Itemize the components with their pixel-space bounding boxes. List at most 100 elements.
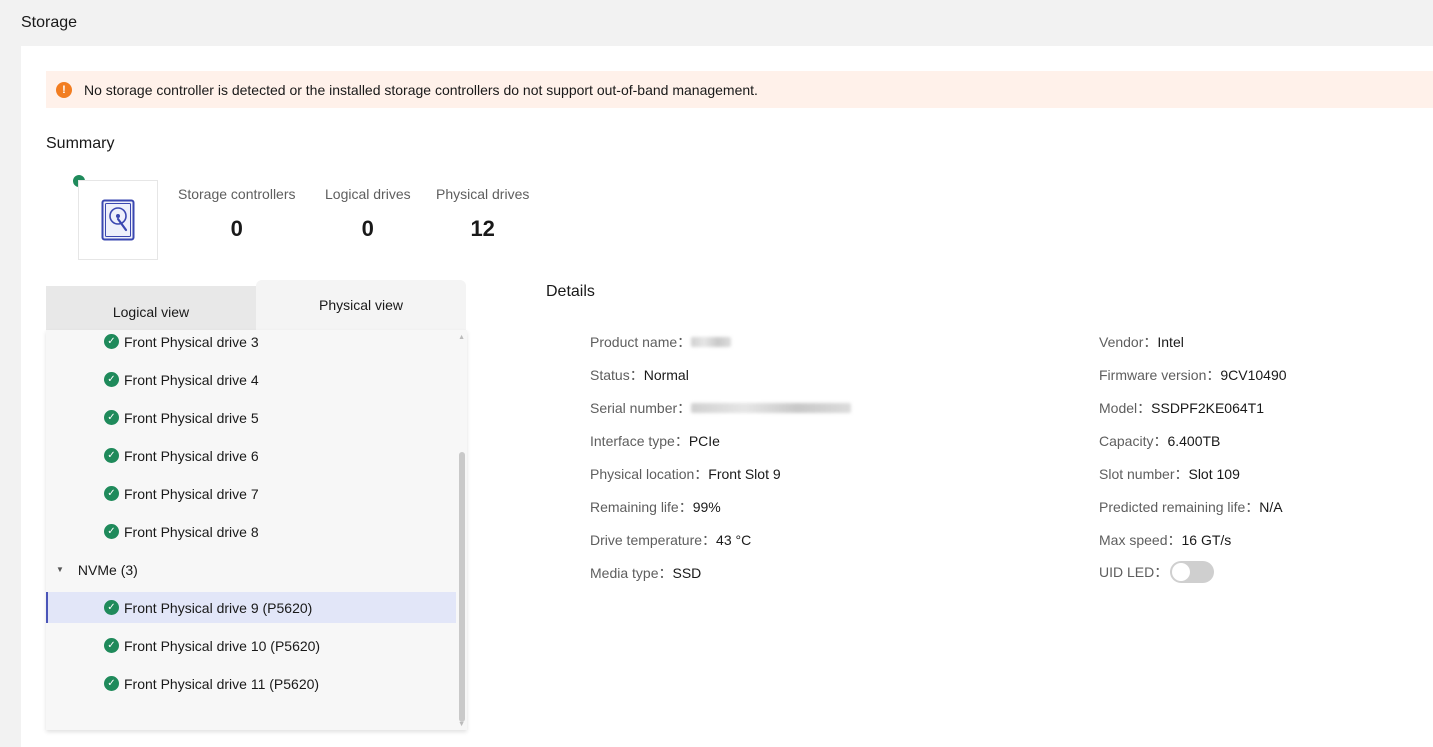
check-circle-icon: ✓ (104, 410, 119, 425)
stat-value: 12 (470, 216, 495, 241)
detail-drive-temperature: Drive temperature： 43 °C (590, 530, 751, 550)
tree-group-label: NVMe (3) (77, 561, 138, 578)
details-title: Details (546, 283, 595, 300)
tab-physical-view[interactable]: Physical view (256, 280, 466, 330)
alert-banner: ! No storage controller is detected or t… (46, 71, 1433, 108)
tree-group-nvme[interactable]: ▼ NVMe (3) (46, 554, 456, 585)
detail-value: 16 GT/s (1181, 532, 1232, 548)
detail-label: Vendor： (1099, 334, 1158, 350)
tree-item[interactable]: ✓ Front Physical drive 3 (46, 330, 456, 357)
detail-media-type: Media type： SSD (590, 563, 701, 583)
storage-panel: ! No storage controller is detected or t… (21, 46, 1433, 747)
detail-label: Physical location： (590, 466, 709, 482)
tree-item-label: Front Physical drive 8 (124, 523, 259, 540)
tree-item[interactable]: ✓ Front Physical drive 11 (P5620) (46, 668, 456, 699)
tree-item[interactable]: ✓ Front Physical drive 6 (46, 440, 456, 471)
detail-uid-led: UID LED： (1099, 561, 1215, 583)
tree-scrollbar[interactable] (459, 452, 465, 722)
caret-down-icon: ▼ (56, 565, 64, 574)
detail-value: 9CV10490 (1220, 367, 1287, 383)
tab-logical-view[interactable]: Logical view (46, 286, 256, 330)
detail-value: N/A (1259, 499, 1283, 515)
detail-value: 99% (692, 499, 721, 515)
detail-capacity: Capacity： 6.400TB (1099, 431, 1220, 451)
tree-item[interactable]: ✓ Front Physical drive 5 (46, 402, 456, 433)
stat-value: 0 (230, 216, 243, 241)
check-circle-icon: ✓ (104, 372, 119, 387)
detail-product-name: Product name： (590, 332, 732, 352)
tree-item[interactable]: ✓ Front Physical drive 7 (46, 478, 456, 509)
tree-item-label: Front Physical drive 11 (P5620) (124, 675, 320, 692)
stat-physical-drives: Physical drives 12 (436, 186, 529, 242)
detail-value: SSDPF2KE064T1 (1151, 400, 1264, 416)
detail-model: Model： SSDPF2KE064T1 (1099, 398, 1264, 418)
detail-label: Predicted remaining life： (1099, 499, 1260, 515)
toggle-knob (1172, 563, 1191, 581)
detail-label: Capacity： (1099, 433, 1168, 449)
detail-label: Status： (590, 367, 644, 383)
uid-led-toggle[interactable] (1170, 561, 1215, 583)
alert-text: No storage controller is detected or the… (84, 81, 758, 98)
detail-interface-type: Interface type： PCIe (590, 431, 720, 451)
summary-title: Summary (46, 135, 115, 152)
check-circle-icon: ✓ (104, 676, 119, 691)
scroll-up-arrow-icon[interactable]: ▲ (458, 334, 465, 341)
check-circle-icon: ✓ (104, 334, 119, 349)
detail-value: 43 °C (716, 532, 752, 548)
detail-value: Slot 109 (1188, 466, 1240, 482)
redacted-value (691, 403, 852, 413)
scroll-down-arrow-icon[interactable]: ▼ (458, 721, 465, 728)
tree-item[interactable]: ✓ Front Physical drive 4 (46, 364, 456, 395)
storage-card (78, 180, 158, 260)
detail-predicted-remaining-life: Predicted remaining life： N/A (1099, 497, 1283, 517)
check-circle-icon: ✓ (104, 600, 119, 615)
check-circle-icon: ✓ (104, 448, 119, 463)
detail-vendor: Vendor： Intel (1099, 332, 1184, 352)
detail-label: Drive temperature： (590, 532, 717, 548)
page-title: Storage (21, 14, 78, 31)
detail-label: Model： (1099, 400, 1152, 416)
detail-slot-number: Slot number： Slot 109 (1099, 464, 1240, 484)
detail-remaining-life: Remaining life： 99% (590, 497, 721, 517)
stat-logical-drives: Logical drives 0 (325, 186, 411, 242)
hard-drive-icon (101, 199, 135, 241)
detail-value: Front Slot 9 (708, 466, 781, 482)
check-circle-icon: ✓ (104, 638, 119, 653)
tree-item-label: Front Physical drive 4 (124, 371, 259, 388)
detail-physical-location: Physical location： Front Slot 9 (590, 464, 781, 484)
detail-value: Intel (1157, 334, 1184, 350)
tree-item-label: Front Physical drive 6 (124, 447, 259, 464)
detail-label: Max speed： (1099, 532, 1182, 548)
view-tabs: Logical view Physical view (46, 280, 467, 330)
detail-label: Serial number： (590, 400, 692, 416)
redacted-value (691, 337, 732, 347)
check-circle-icon: ✓ (104, 486, 119, 501)
detail-value: PCIe (688, 433, 720, 449)
tree-item[interactable]: ✓ Front Physical drive 8 (46, 516, 456, 547)
tree-item-label: Front Physical drive 7 (124, 485, 259, 502)
stat-value: 0 (361, 216, 374, 241)
detail-label: Slot number： (1099, 466, 1189, 482)
detail-label: Remaining life： (590, 499, 693, 515)
detail-firmware-version: Firmware version： 9CV10490 (1099, 365, 1287, 385)
stat-label: Storage controllers (178, 186, 296, 202)
tree-item-label: Front Physical drive 9 (P5620) (124, 599, 313, 616)
tree-item-label: Front Physical drive 3 (124, 333, 259, 350)
detail-label: UID LED： (1099, 564, 1169, 580)
tree-item[interactable]: ✓ Front Physical drive 10 (P5620) (46, 630, 456, 661)
detail-max-speed: Max speed： 16 GT/s (1099, 530, 1231, 550)
detail-label: Firmware version： (1099, 367, 1221, 383)
detail-label: Media type： (590, 565, 673, 581)
detail-value: Normal (643, 367, 689, 383)
tree-item-label: Front Physical drive 10 (P5620) (124, 637, 321, 654)
detail-value: 6.400TB (1167, 433, 1221, 449)
drive-tree: ✓ Front Physical drive 3 ✓ Front Physica… (46, 330, 467, 730)
detail-value: SSD (672, 565, 702, 581)
detail-status: Status： Normal (590, 365, 689, 385)
tree-item-label: Front Physical drive 5 (124, 409, 259, 426)
tree-item-selected[interactable]: ✓ Front Physical drive 9 (P5620) (46, 592, 456, 623)
detail-label: Interface type： (590, 433, 689, 449)
detail-serial-number: Serial number： (590, 398, 852, 418)
warning-icon: ! (56, 81, 72, 98)
check-circle-icon: ✓ (104, 524, 119, 539)
